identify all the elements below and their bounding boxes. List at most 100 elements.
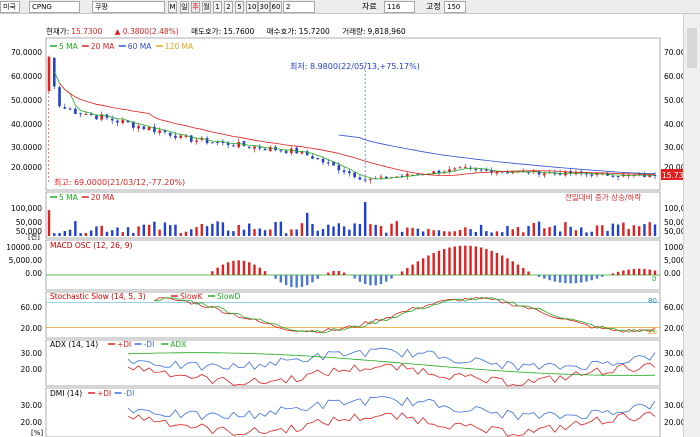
volume-bar	[100, 225, 103, 236]
macd-bar	[516, 264, 520, 275]
macd-bar	[300, 275, 304, 287]
volume-bar	[506, 226, 509, 236]
candle-body	[369, 178, 372, 181]
candle-body	[332, 162, 335, 166]
macd-bar	[453, 246, 456, 275]
price-y-tick-left: 60.0000	[11, 72, 42, 81]
period-60-button[interactable]: 60	[270, 1, 282, 13]
price-y-tick-left: 20.0000	[11, 163, 42, 172]
period-10-button[interactable]: 10	[246, 1, 258, 13]
adx-y-tick-left: 30.00	[21, 349, 43, 358]
volume-bar	[132, 232, 135, 236]
period-month-button[interactable]: 월	[202, 1, 211, 13]
candle-body	[479, 169, 483, 171]
candle-body	[147, 127, 151, 131]
period-30-button[interactable]: 30	[258, 1, 270, 13]
stoch-upper-label: 80	[648, 297, 657, 305]
macd-bar	[374, 275, 377, 286]
period-5-button[interactable]: 5	[235, 1, 244, 13]
adx-legend-label: +DI	[117, 340, 131, 349]
macd-bar	[416, 261, 420, 275]
volume-bar	[469, 229, 472, 236]
volume-bar	[432, 230, 435, 236]
candle-body	[279, 150, 283, 152]
period-week-button[interactable]: 주	[191, 1, 200, 13]
macd-bar	[643, 268, 646, 275]
candle-body	[189, 135, 193, 142]
macd-bar	[569, 275, 572, 284]
macd-bar	[474, 246, 478, 275]
fix-input[interactable]: 150	[444, 1, 466, 13]
macd-bar	[648, 269, 651, 275]
volume-bar	[574, 230, 578, 236]
volume-bar	[258, 228, 261, 236]
period-2-button[interactable]: 2	[224, 1, 233, 13]
macd-bar	[342, 272, 346, 275]
candle-body	[458, 167, 462, 169]
current-price-label: 현재가:	[46, 27, 70, 36]
volume-bar	[221, 222, 225, 236]
candle-body	[295, 147, 298, 154]
candle-body	[342, 170, 346, 173]
period-input[interactable]: 2	[283, 1, 315, 13]
dmi-y-tick-left: 20.00	[21, 418, 43, 427]
macd-bar	[443, 248, 446, 275]
data-count-select[interactable]: 116	[384, 1, 415, 13]
macd-bar	[543, 275, 546, 279]
stoch-y-tick-left: 60.00	[21, 303, 43, 312]
adx-title: ADX (14, 14)	[50, 340, 98, 349]
volume-bar	[553, 225, 557, 236]
period-1-button[interactable]: 1	[213, 1, 222, 13]
period-day-button[interactable]: 일	[180, 1, 189, 13]
chart-canvas: 최저: 8.9800(22/05/13,+75.17%) 최고: 69.0000(…	[6, 37, 700, 437]
ask-label: 매도호가:	[191, 27, 222, 36]
volume-bar	[226, 230, 230, 236]
macd-bar	[327, 272, 330, 275]
macd-bar	[585, 275, 588, 282]
volume-bar	[421, 231, 425, 236]
m-button[interactable]: M	[168, 1, 177, 13]
volume-bar	[427, 228, 430, 236]
stock-name-field[interactable]: 쿠팡	[92, 1, 165, 13]
candle-body	[437, 170, 441, 173]
candle-body	[616, 176, 620, 178]
volume-bar	[558, 231, 562, 236]
price-change: ▲ 0.3800(2.48%)	[114, 27, 179, 36]
volume-bar	[68, 229, 72, 236]
scrollbar-thumb[interactable]	[687, 28, 697, 68]
ticker-input[interactable]: CPNG	[29, 1, 80, 13]
vertical-scrollbar[interactable]	[683, 14, 700, 437]
candle-body	[211, 142, 214, 144]
ticker-value: CPNG	[32, 3, 52, 11]
current-price: 15.7300	[71, 27, 103, 36]
volume-bar	[464, 227, 467, 236]
candle-body	[337, 165, 341, 171]
macd-bar	[290, 275, 293, 287]
volume-bar	[416, 228, 420, 236]
market-select[interactable]: 미국	[0, 1, 20, 13]
volume-bar	[622, 222, 625, 236]
candle-body	[506, 172, 509, 174]
volume-bar	[242, 229, 246, 236]
volume-bar	[348, 229, 351, 236]
candle-body	[463, 166, 467, 168]
volume-bar	[179, 233, 182, 236]
quote-info-bar: 현재가: 15.7300 ▲ 0.3800(2.48%) 매도호가: 15.7600…	[46, 26, 660, 38]
volume-bar	[332, 226, 335, 236]
macd-bar	[580, 275, 583, 283]
candle-body	[263, 148, 267, 151]
macd-bar	[632, 268, 636, 275]
adx-legend-label: ADX	[170, 340, 186, 349]
volume-bar	[79, 233, 82, 236]
volume-bar	[95, 226, 98, 236]
volume-bar	[522, 232, 525, 236]
stoch-title: Stochastic Slow (14, 5, 3)	[50, 292, 146, 301]
volume-bar	[295, 229, 298, 236]
toolbar: 미국 CPNG 쿠팡 M 일 주 월 1 2 5 10 30 60 2 자료 1…	[0, 0, 700, 14]
volume-legend-label: 5 MA	[59, 193, 79, 202]
volume-bar	[84, 232, 88, 236]
volume-bar	[47, 210, 51, 236]
macd-bar	[464, 245, 467, 275]
candle-body	[216, 141, 219, 143]
macd-bar	[400, 271, 404, 275]
